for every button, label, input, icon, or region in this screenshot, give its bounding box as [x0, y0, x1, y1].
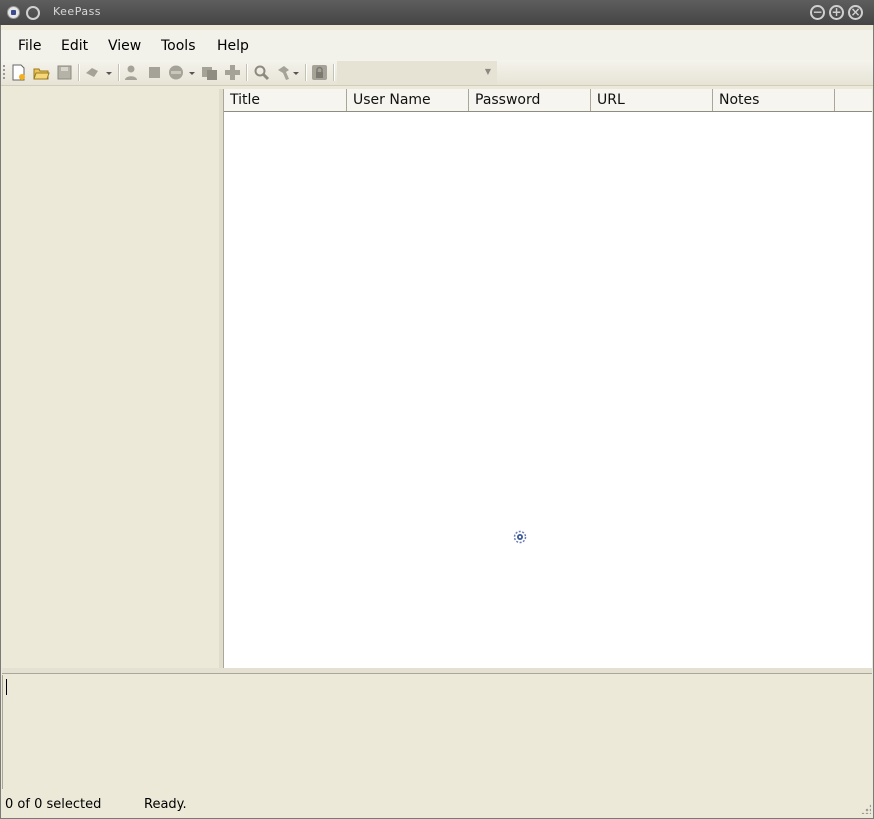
copy-username-icon[interactable]: [146, 64, 163, 81]
new-database-icon[interactable]: [10, 64, 27, 81]
menu-bar: File Edit View Tools Help: [0, 30, 874, 60]
text-caret: [6, 679, 7, 695]
column-header-row: Title User Name Password URL Notes: [224, 89, 872, 112]
quick-search-combobox[interactable]: ▼: [337, 61, 497, 85]
horizontal-splitter[interactable]: [2, 668, 872, 674]
menu-edit[interactable]: Edit: [61, 38, 88, 54]
column-header-title[interactable]: Title: [224, 89, 347, 111]
mouse-cursor-busy-icon: [513, 530, 527, 544]
sync-dropdown-icon[interactable]: [84, 64, 114, 81]
copy-password-dropdown-icon[interactable]: [168, 64, 198, 81]
window-menu-circle-icon[interactable]: [26, 6, 40, 20]
menu-help[interactable]: Help: [217, 38, 249, 54]
toolbar: ▼: [0, 60, 874, 86]
column-header-username[interactable]: User Name: [347, 89, 469, 111]
column-header-password[interactable]: Password: [469, 89, 591, 111]
menu-file[interactable]: File: [18, 38, 41, 54]
toolbar-separator: [333, 64, 335, 81]
entry-detail-view[interactable]: [2, 675, 872, 789]
menu-view[interactable]: View: [108, 38, 141, 54]
minimize-icon[interactable]: −: [810, 5, 825, 20]
status-bar: 0 of 0 selected Ready.: [0, 792, 874, 817]
save-database-icon[interactable]: [56, 64, 73, 81]
lock-workspace-icon[interactable]: [311, 64, 328, 81]
toolbar-separator: [305, 64, 307, 81]
keepass-lock-icon[interactable]: [7, 6, 20, 19]
menu-tools[interactable]: Tools: [161, 38, 196, 54]
column-header-url[interactable]: URL: [591, 89, 713, 111]
resize-grip-icon[interactable]: [861, 804, 871, 814]
open-database-icon[interactable]: [33, 64, 50, 81]
find-icon[interactable]: [253, 64, 270, 81]
group-tree-panel[interactable]: [2, 89, 218, 668]
window-title: KeePass: [53, 5, 102, 18]
toolbar-separator: [118, 64, 120, 81]
toolbar-separator: [246, 64, 248, 81]
toolbar-separator: [78, 64, 80, 81]
chevron-down-icon[interactable]: ▼: [485, 67, 491, 76]
entry-list[interactable]: Title User Name Password URL Notes: [223, 89, 872, 668]
toolbar-grip[interactable]: [3, 65, 5, 80]
status-message: Ready.: [144, 797, 187, 812]
tools-dropdown-icon[interactable]: [276, 64, 302, 81]
maximize-icon[interactable]: +: [829, 5, 844, 20]
copy-url-icon[interactable]: [201, 64, 218, 81]
status-selected-count: 0 of 0 selected: [5, 797, 102, 812]
window-titlebar[interactable]: KeePass − + ×: [0, 0, 874, 25]
add-entry-icon[interactable]: [123, 64, 140, 81]
close-icon[interactable]: ×: [848, 5, 863, 20]
autotype-icon[interactable]: [224, 64, 241, 81]
column-header-notes[interactable]: Notes: [713, 89, 835, 111]
